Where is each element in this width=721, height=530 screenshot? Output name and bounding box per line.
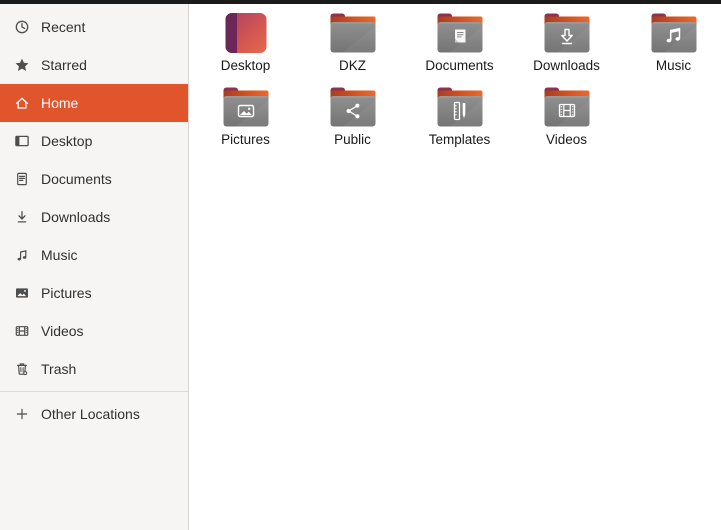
film-icon	[14, 323, 30, 339]
folder-item-music[interactable]: Music	[620, 9, 721, 83]
downloads-folder-icon	[543, 12, 591, 54]
desktop-gradient-icon	[222, 12, 270, 54]
folder-label: Downloads	[533, 58, 600, 73]
documents-folder-icon	[436, 12, 484, 54]
folder-label: Public	[334, 132, 371, 147]
sidebar-item-desktop[interactable]: Desktop	[0, 122, 188, 160]
sidebar-item-documents[interactable]: Documents	[0, 160, 188, 198]
sidebar-item-starred[interactable]: Starred	[0, 46, 188, 84]
sidebar-item-label: Music	[41, 247, 78, 263]
file-manager-window: Recent Starred Home Desktop Documents Do…	[0, 0, 721, 530]
sidebar-item-label: Starred	[41, 57, 87, 73]
sidebar-item-music[interactable]: Music	[0, 236, 188, 274]
picture-icon	[14, 285, 30, 301]
icon-grid: Desktop DKZ Documents Downloads Music Pi…	[190, 4, 721, 157]
sidebar-item-label: Documents	[41, 171, 112, 187]
pictures-folder-icon	[222, 86, 270, 128]
folder-label: Templates	[428, 132, 491, 147]
sidebar-item-label: Downloads	[41, 209, 111, 225]
music-folder-icon	[650, 12, 698, 54]
sidebar-item-pictures[interactable]: Pictures	[0, 274, 188, 312]
folder-item-pictures[interactable]: Pictures	[192, 83, 299, 157]
sidebar-item-label: Recent	[41, 19, 86, 35]
sidebar-item-label: Videos	[41, 323, 84, 339]
document-icon	[14, 171, 30, 187]
sidebar-divider	[0, 391, 188, 392]
home-icon	[14, 95, 30, 111]
trash-icon	[14, 361, 30, 377]
star-icon	[14, 57, 30, 73]
clock-icon	[14, 19, 30, 35]
places-sidebar: Recent Starred Home Desktop Documents Do…	[0, 4, 189, 530]
plain-folder-icon	[329, 12, 377, 54]
folder-item-downloads[interactable]: Downloads	[513, 9, 620, 83]
folder-item-public[interactable]: Public	[299, 83, 406, 157]
folder-label: DKZ	[339, 58, 366, 73]
sidebar-item-downloads[interactable]: Downloads	[0, 198, 188, 236]
folder-label: Videos	[545, 132, 588, 147]
sidebar-item-label: Other Locations	[41, 406, 140, 422]
places-list: Recent Starred Home Desktop Documents Do…	[0, 4, 188, 433]
templates-folder-icon	[436, 86, 484, 128]
folder-item-dkz[interactable]: DKZ	[299, 9, 406, 83]
plus-icon	[14, 406, 30, 422]
files-view: Desktop DKZ Documents Downloads Music Pi…	[190, 4, 721, 530]
folder-item-documents[interactable]: Documents	[406, 9, 513, 83]
folder-label: Desktop	[220, 58, 271, 73]
folder-label: Documents	[425, 58, 494, 73]
sidebar-item-other-locations[interactable]: Other Locations	[0, 395, 188, 433]
videos-folder-icon	[543, 86, 591, 128]
sidebar-item-label: Home	[41, 95, 79, 111]
sidebar-item-home[interactable]: Home	[0, 84, 188, 122]
desktop-window-icon	[14, 133, 30, 149]
folder-label: Pictures	[221, 132, 270, 147]
sidebar-item-recent[interactable]: Recent	[0, 8, 188, 46]
sidebar-item-videos[interactable]: Videos	[0, 312, 188, 350]
folder-item-desktop[interactable]: Desktop	[192, 9, 299, 83]
sidebar-item-label: Pictures	[41, 285, 92, 301]
folder-label: Music	[655, 58, 692, 73]
sidebar-item-label: Desktop	[41, 133, 93, 149]
public-share-folder-icon	[329, 86, 377, 128]
folder-item-templates[interactable]: Templates	[406, 83, 513, 157]
sidebar-item-trash[interactable]: Trash	[0, 350, 188, 388]
folder-item-videos[interactable]: Videos	[513, 83, 620, 157]
download-arrow-icon	[14, 209, 30, 225]
sidebar-item-label: Trash	[41, 361, 77, 377]
music-note-icon	[14, 247, 30, 263]
